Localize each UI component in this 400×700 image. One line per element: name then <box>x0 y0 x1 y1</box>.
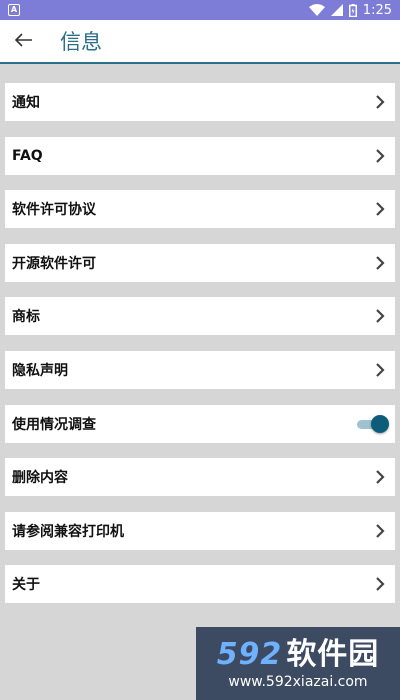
page-title: 信息 <box>60 30 102 54</box>
watermark-logo: 592 软件园 <box>216 636 380 672</box>
toggle-thumb <box>371 414 389 433</box>
chevron-right-icon <box>373 202 387 216</box>
status-time: 1:25 <box>362 2 392 18</box>
list-item-label: 使用情况调查 <box>12 416 96 433</box>
list-item-software-license[interactable]: 软件许可协议 <box>5 190 395 229</box>
list-item-usage-survey: 使用情况调查 <box>5 404 395 443</box>
chevron-right-icon <box>373 148 387 163</box>
list-item-label: 删除内容 <box>12 470 68 487</box>
watermark-logo-text: 软件园 <box>286 636 380 672</box>
back-button[interactable] <box>2 19 46 63</box>
notification-icon: A <box>8 4 20 16</box>
list-item-open-source-license[interactable]: 开源软件许可 <box>5 243 395 282</box>
list-item-compatible-printers[interactable]: 请参阅兼容打印机 <box>5 511 395 550</box>
status-bar: A 1:25 <box>0 0 400 20</box>
list-item-delete-content[interactable]: 删除内容 <box>5 458 395 497</box>
list-item-notifications[interactable]: 通知 <box>5 83 395 121</box>
wifi-icon <box>308 4 325 16</box>
list-item-label: 关于 <box>12 577 40 594</box>
list-item-label: FAQ <box>12 147 43 164</box>
arrow-left-icon <box>14 32 33 51</box>
chevron-right-icon <box>373 256 387 270</box>
list-item-label: 请参阅兼容打印机 <box>12 523 124 540</box>
site-watermark: 592 软件园 www.592xiazai.com <box>196 627 400 700</box>
list-item-label: 通知 <box>12 95 40 111</box>
list-item-label: 软件许可协议 <box>12 202 96 219</box>
list-item-label: 开源软件许可 <box>12 255 96 272</box>
watermark-url: www.592xiazai.com <box>228 673 368 690</box>
watermark-logo-number: 592 <box>216 636 283 672</box>
list-item-privacy[interactable]: 隐私声明 <box>5 350 395 389</box>
list-item-label: 隐私声明 <box>12 362 68 379</box>
chevron-right-icon <box>373 470 387 484</box>
settings-list: 通知 FAQ 软件许可协议 开源软件许可 商标 隐私声明 使用情况调查 删除内容… <box>5 83 395 619</box>
list-item-label: 商标 <box>12 309 40 326</box>
chevron-right-icon <box>373 95 387 109</box>
battery-icon <box>348 3 357 17</box>
list-item-about[interactable]: 关于 <box>5 565 395 604</box>
list-item-faq[interactable]: FAQ <box>5 136 395 175</box>
chevron-right-icon <box>373 309 387 324</box>
usage-survey-toggle[interactable] <box>357 414 389 433</box>
chevron-right-icon <box>373 363 387 377</box>
list-item-trademarks[interactable]: 商标 <box>5 297 395 336</box>
signal-icon <box>330 4 343 16</box>
chevron-right-icon <box>373 577 387 592</box>
app-bar: 信息 <box>0 20 400 64</box>
chevron-right-icon <box>373 523 387 538</box>
